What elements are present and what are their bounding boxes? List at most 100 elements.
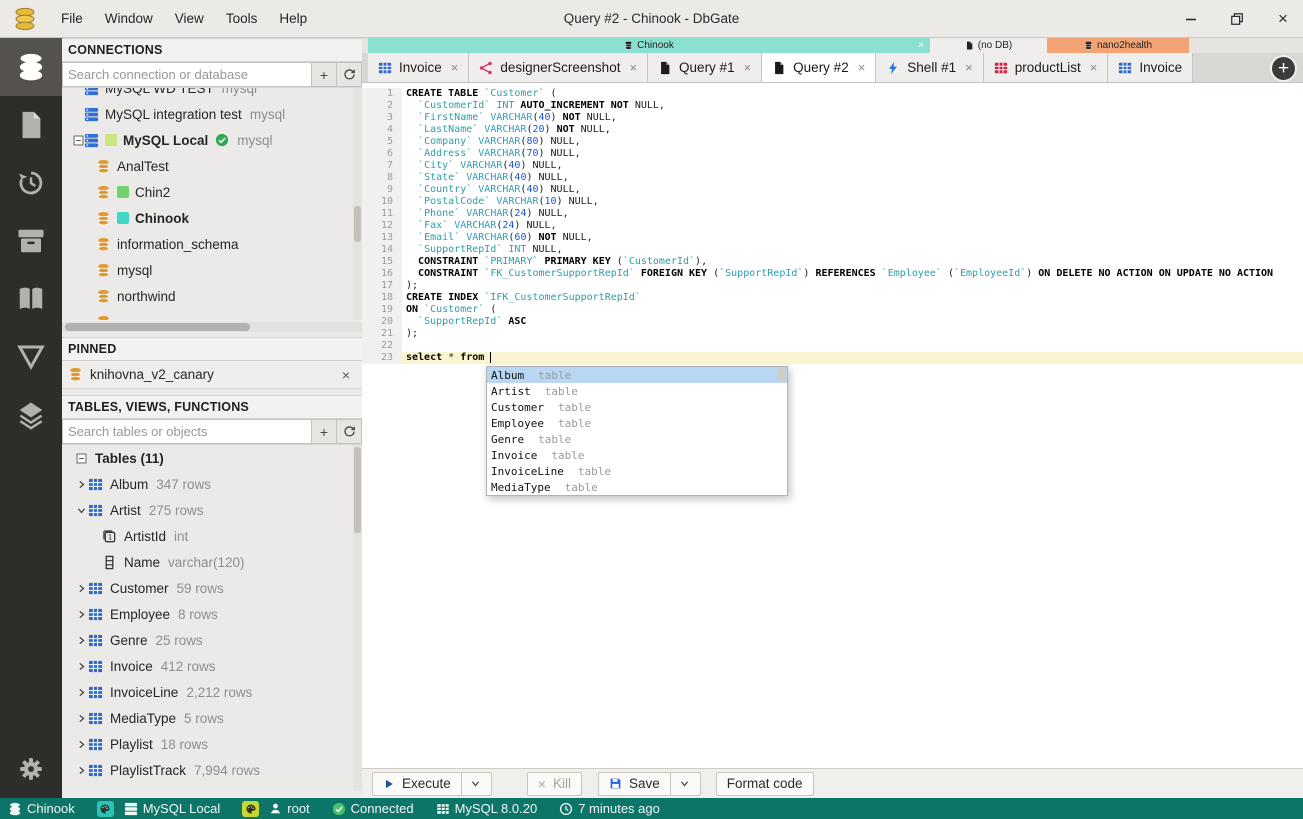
autocomplete-item-invoiceline[interactable]: InvoiceLine table [487,463,787,479]
activity-query-designer-funnel[interactable] [0,328,62,386]
table-item-artist[interactable]: Artist 275 rows [62,497,362,523]
activity-archive[interactable] [0,212,62,270]
connection-item-mysql-wd-test[interactable]: MySQL WD TEST mysql [62,88,362,101]
chevron-right-icon[interactable] [74,713,88,724]
sql-editor[interactable]: 1 CREATE TABLE `Customer` (2 `CustomerId`… [362,83,1303,768]
connections-hscrollbar-thumb[interactable] [65,323,250,331]
tab-query-1[interactable]: Query #1 × [648,53,763,82]
menu-window[interactable]: Window [94,0,164,37]
table-item-employee[interactable]: Employee 8 rows [62,601,362,627]
database-item-chin2[interactable]: Chin2 [62,179,362,205]
database-item-northwind[interactable]: northwind [62,283,362,309]
chevron-right-icon[interactable] [74,661,88,672]
chevron-right-icon[interactable] [74,583,88,594]
connection-item-mysql-local[interactable]: MySQL Local mysql [62,127,362,153]
table-item-invoiceline[interactable]: InvoiceLine 2,212 rows [62,679,362,705]
tab-query-2[interactable]: Query #2 × [762,53,877,82]
chevron-right-icon[interactable] [74,479,88,490]
autocomplete-item-employee[interactable]: Employee table [487,415,787,431]
execute-dropdown-chevron-icon[interactable] [460,772,481,795]
activity-files[interactable] [0,96,62,154]
table-item-mediatype[interactable]: MediaType 5 rows [62,705,362,731]
kill-button[interactable]: × Kill [526,771,582,796]
add-connection-button[interactable]: + [312,62,337,87]
database-item-information-schema[interactable]: information_schema [62,231,362,257]
activity-favorites-book[interactable] [0,270,62,328]
tab-close-icon[interactable]: × [744,60,752,75]
close-icon[interactable]: × [1273,9,1293,29]
tab-close-icon[interactable]: × [629,60,637,75]
tables-scrollbar-thumb[interactable] [354,447,361,533]
chevron-down-icon[interactable] [74,505,88,516]
database-item-analtest[interactable]: AnalTest [62,153,362,179]
connections-search-input[interactable] [62,62,312,87]
tab-close-icon[interactable]: × [858,60,866,75]
statusbar-database[interactable]: Chinook [8,801,75,816]
autocomplete-scrollbar-thumb[interactable] [777,368,786,381]
tab-invoice[interactable]: Invoice × [368,53,470,82]
table-item-playlist[interactable]: Playlist 18 rows [62,731,362,757]
database-item-chinook[interactable]: Chinook [62,205,362,231]
pinned-item[interactable]: knihovna_v2_canary × [62,361,362,389]
tab-close-icon[interactable]: × [1090,60,1098,75]
table-item-genre[interactable]: Genre 25 rows [62,627,362,653]
unpin-close-icon[interactable]: × [342,367,350,383]
tab-close-icon[interactable]: × [965,60,973,75]
tab-designerscreenshot[interactable]: designerScreenshot × [469,53,649,82]
column-item-name[interactable]: Name varchar(120) [62,549,362,575]
tab-close-icon[interactable]: × [451,60,459,75]
statusbar-connection[interactable]: MySQL Local [124,801,220,816]
connection-item-mysql-integration-test[interactable]: MySQL integration test mysql [62,101,362,127]
chevron-right-icon[interactable] [74,609,88,620]
connections-scrollbar-thumb[interactable] [354,206,361,242]
autocomplete-item-genre[interactable]: Genre table [487,431,787,447]
chevron-right-icon[interactable] [74,687,88,698]
add-table-button[interactable]: + [312,419,337,444]
tables-search-input[interactable] [62,419,312,444]
connection-color-badge[interactable] [242,800,260,817]
menu-file[interactable]: File [50,0,94,37]
database-color-badge[interactable] [96,800,114,817]
format-code-button[interactable]: Format code [715,771,814,796]
group-tab-chinook[interactable]: Chinook × [368,38,930,53]
autocomplete-item-artist[interactable]: Artist table [487,383,787,399]
database-item-mysql[interactable]: mysql [62,257,362,283]
save-dropdown-chevron-icon[interactable] [669,772,690,795]
autocomplete-item-album[interactable]: Album table [487,367,787,383]
save-button[interactable]: Save [597,771,701,796]
refresh-tables-icon[interactable] [337,419,362,444]
menu-tools[interactable]: Tools [215,0,269,37]
tab-productlist[interactable]: productList × [983,53,1109,82]
menu-view[interactable]: View [164,0,215,37]
activity-database[interactable] [0,38,62,96]
activity-plugins-layers[interactable] [0,386,62,444]
autocomplete-item-mediatype[interactable]: MediaType table [487,479,787,495]
new-tab-button[interactable]: + [1270,55,1297,82]
activity-settings[interactable] [0,740,62,798]
table-item-invoice[interactable]: Invoice 412 rows [62,653,362,679]
collapse-icon[interactable] [74,453,88,464]
activity-history[interactable] [0,154,62,212]
autocomplete-item-customer[interactable]: Customer table [487,399,787,415]
table-item-customer[interactable]: Customer 59 rows [62,575,362,601]
chevron-right-icon[interactable] [74,765,88,776]
close-icon[interactable]: × [918,40,924,51]
tables-group[interactable]: Tables (11) [62,445,362,471]
chevron-right-icon[interactable] [74,739,88,750]
refresh-connections-icon[interactable] [337,62,362,87]
table-item-album[interactable]: Album 347 rows [62,471,362,497]
minimize-icon[interactable] [1181,9,1201,29]
table-item-playlisttrack[interactable]: PlaylistTrack 7,994 rows [62,757,362,783]
chevron-right-icon[interactable] [74,635,88,646]
autocomplete-item-invoice[interactable]: Invoice table [487,447,787,463]
tab-shell-1[interactable]: Shell #1 × [876,53,984,82]
collapse-icon[interactable] [72,134,84,146]
execute-button[interactable]: Execute [372,771,492,796]
tab-invoice[interactable]: Invoice [1108,53,1194,82]
group-tab-nodb[interactable]: (no DB) [930,38,1047,53]
maximize-icon[interactable] [1227,9,1247,29]
group-tab-nano2health[interactable]: nano2health [1047,38,1189,53]
column-item-artistid[interactable]: 1 ArtistId int [62,523,362,549]
database-item[interactable] [62,309,362,320]
menu-help[interactable]: Help [268,0,318,37]
